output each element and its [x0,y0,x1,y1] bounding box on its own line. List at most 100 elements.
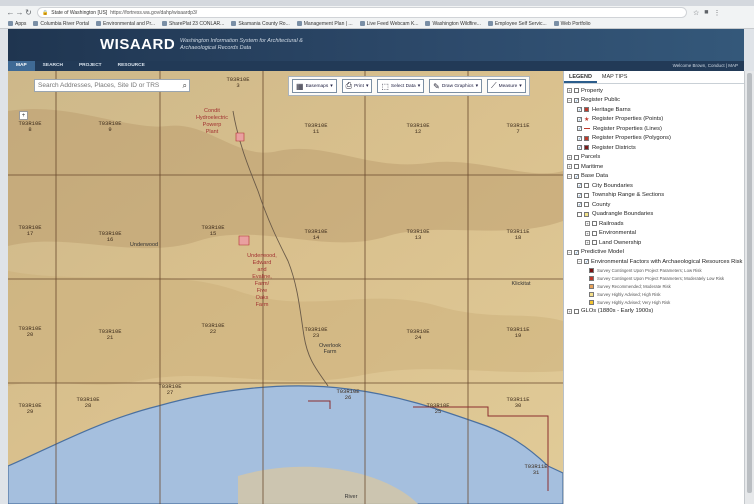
layer-checkbox[interactable]: ✓ [574,97,579,103]
reload-icon[interactable]: ↻ [24,7,33,19]
layer-checkbox[interactable] [592,240,597,246]
register-property-label[interactable]: Condit Hydroelectric Powerp Plant [196,108,228,136]
nav-search[interactable]: SEARCH [35,61,71,71]
layer-row[interactable]: ✓ Township Range & Sections [567,191,744,201]
layer-checkbox[interactable]: ✓ [577,116,582,122]
register-property-polygon[interactable] [235,132,245,142]
layer-row[interactable]: + Property [567,86,744,96]
bookmark-item[interactable]: Skamania County Ro... [231,21,290,27]
bookmark-item[interactable]: Apps [8,21,26,27]
measure-button[interactable]: ⟋ Measure ▾ [487,79,526,93]
layer-row[interactable]: Survey Contingent Upon Project Parameter… [567,267,744,275]
layer-row[interactable]: Survey Recommended; Moderate Risk [567,283,744,291]
layer-checkbox[interactable]: ✓ [574,173,579,179]
layer-row[interactable]: + Railroads [567,219,744,229]
layer-row[interactable]: + Land Ownership [567,238,744,248]
collapse-icon[interactable]: − [567,173,572,179]
layer-row[interactable]: ✓ County [567,200,744,210]
layer-row[interactable]: ✓ Register Districts [567,143,744,153]
expand-icon[interactable]: + [585,240,590,246]
bookmark-item[interactable]: Columbia River Portal [33,21,89,27]
section-label: T03R10E 9 [98,120,122,133]
register-property-label[interactable]: Underwood, Edward and Evaline, Farm/ Fiv… [247,253,277,309]
bookmark-item[interactable]: Washington Wildfire... [425,21,481,27]
layer-row[interactable]: − ✓ Register Public [567,96,744,106]
layer-checkbox[interactable]: ✓ [574,249,579,255]
forward-icon[interactable]: → [15,7,24,19]
layer-checkbox[interactable]: ✓ [577,107,582,113]
layer-row[interactable]: ✓ Heritage Barns [567,105,744,115]
layer-checkbox[interactable]: ✓ [577,126,582,132]
collapse-icon[interactable]: − [567,97,572,103]
bookmark-item[interactable]: Management Plan | ... [296,21,353,27]
layer-row[interactable]: Quadrangle Boundaries [567,210,744,220]
place-label: Underwood [129,242,159,248]
collapse-icon[interactable]: − [567,249,572,255]
collapse-icon[interactable]: − [577,259,582,265]
nav-map[interactable]: MAP [8,61,35,71]
tab-map-tips[interactable]: MAP TIPS [597,71,632,83]
expand-icon[interactable]: + [567,88,572,94]
layer-row[interactable]: ✓ ★ Register Properties (Points) [567,115,744,125]
layer-checkbox[interactable] [592,221,597,227]
search-icon[interactable]: ⌕ [183,81,187,91]
star-icon[interactable]: ☆ [693,9,699,17]
bookmark-item[interactable]: Employee Self Servic... [487,21,547,27]
tab-legend[interactable]: LEGEND [564,71,597,83]
map-canvas[interactable] [8,71,563,504]
map-view[interactable]: T03R10E 3 T03R10E 8 T03R10E 9 T03R10E 11 T03… [8,71,563,504]
layer-row[interactable]: + Maritime [567,162,744,172]
layer-row[interactable]: Survey Highly Advised; Very High Risk [567,299,744,307]
expand-icon[interactable]: + [585,230,590,236]
layer-row[interactable]: + GLOs (1880s - Early 1900s) [567,307,744,317]
nav-project[interactable]: PROJECT [71,61,110,71]
page-scrollbar[interactable] [744,71,754,504]
register-property-polygon-2[interactable] [238,235,250,246]
expand-icon[interactable]: + [567,154,572,160]
expand-icon[interactable]: + [567,164,572,170]
bookmark-item[interactable]: SharePlat 23 CONLAR... [162,21,224,27]
layer-checkbox[interactable]: ✓ [577,145,582,151]
bookmark-item[interactable]: Environmental and Pr... [96,21,155,27]
draw-graphics-button[interactable]: ✎ Draw Graphics ▾ [429,79,483,93]
layer-checkbox[interactable] [592,230,597,236]
layer-row[interactable]: − ✓ Predictive Model [567,248,744,258]
layer-row[interactable]: ✓ Register Properties (Polygons) [567,134,744,144]
layer-checkbox[interactable]: ✓ [577,202,582,208]
basemaps-button[interactable]: ▦ Basemaps ▾ [292,79,337,93]
layer-checkbox[interactable]: ✓ [577,183,582,189]
layer-checkbox[interactable]: ✓ [577,135,582,141]
layer-checkbox[interactable]: ✓ [577,192,582,198]
layer-checkbox[interactable] [577,211,582,217]
extension-icon[interactable]: ■ [704,9,708,17]
nav-resource[interactable]: RESOURCE [110,61,153,71]
back-icon[interactable]: ← [6,7,15,19]
layer-checkbox[interactable] [574,164,579,170]
layer-checkbox[interactable] [574,154,579,160]
layer-row[interactable]: + Environmental [567,229,744,239]
layer-row[interactable]: Survey Highly Advised; High Risk [567,291,744,299]
scroll-thumb[interactable] [747,73,752,493]
layer-checkbox[interactable] [574,88,579,94]
address-bar[interactable]: 🔒 State of Washington [US] https://fortr… [37,7,687,18]
layer-row[interactable]: ✓ City Boundaries [567,181,744,191]
select-data-button[interactable]: ⬚ Select Data ▾ [377,79,425,93]
layer-row[interactable]: − ✓ Environmental Factors with Archaeologi… [567,257,744,267]
layer-row[interactable]: Survey Contingent Upon Project Parameter… [567,275,744,283]
welcome-text[interactable]: Welcome Brown, Conduct | MAP [673,61,738,71]
app-logo[interactable]: WISAARD [100,36,175,53]
expand-icon[interactable]: + [585,221,590,227]
bookmark-item[interactable]: Web Portfolio [553,21,591,27]
layer-row[interactable]: + Parcels [567,153,744,163]
layer-checkbox[interactable]: ✓ [584,259,589,265]
menu-icon[interactable]: ⋮ [714,9,721,17]
bookmark-item[interactable]: Live Feed Webcam K... [359,21,418,27]
layer-checkbox[interactable] [574,308,579,314]
layer-row[interactable]: ✓ Register Properties (Lines) [567,124,744,134]
layer-row[interactable]: − ✓ Base Data [567,172,744,182]
map-search[interactable]: ⌕ [34,79,190,92]
zoom-in-button[interactable]: + [19,111,28,120]
expand-icon[interactable]: + [567,308,572,314]
print-button[interactable]: ⎙ Print ▾ [341,79,373,93]
search-input[interactable] [38,82,178,89]
